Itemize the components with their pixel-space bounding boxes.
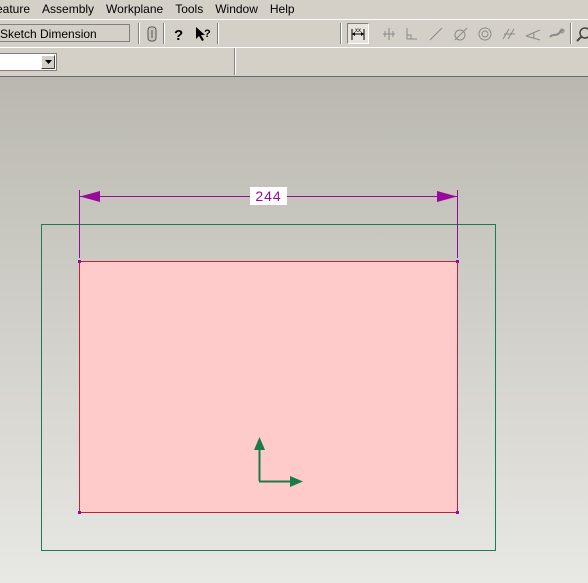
- corner-point[interactable]: [456, 260, 459, 263]
- context-help-icon[interactable]: ?: [192, 23, 214, 44]
- linear-dimension[interactable]: 244: [79, 187, 458, 258]
- corner-point[interactable]: [78, 511, 81, 514]
- sketch-dimension-icon[interactable]: xx: [347, 23, 369, 44]
- constraint-icon[interactable]: [378, 23, 400, 44]
- toolbar-separator: [217, 23, 219, 44]
- standard-toolbar: Sketch Dimension ? ? xx: [0, 19, 588, 47]
- menu-window[interactable]: Window: [209, 1, 264, 17]
- angle-icon[interactable]: [522, 23, 544, 44]
- corner-point[interactable]: [78, 260, 81, 263]
- parallel-icon[interactable]: [498, 23, 520, 44]
- dimension-arrow-right: [437, 191, 457, 202]
- menu-feature[interactable]: eature: [0, 1, 36, 17]
- tangent-icon[interactable]: [450, 23, 472, 44]
- command-combo[interactable]: Sketch Dimension: [0, 24, 130, 42]
- toolbar-separator: [138, 23, 140, 44]
- perpendicular-icon[interactable]: [400, 23, 422, 44]
- sketch-canvas: 244: [41, 187, 496, 551]
- menu-assembly[interactable]: Assembly: [36, 1, 100, 17]
- filter-combo[interactable]: [0, 53, 57, 71]
- svg-text:?: ?: [204, 28, 211, 40]
- toolbar-separator: [340, 23, 342, 44]
- handle-icon[interactable]: [141, 23, 163, 44]
- menu-help[interactable]: Help: [264, 1, 301, 17]
- fix-icon[interactable]: [546, 23, 568, 44]
- toolbar-separator: [163, 23, 165, 44]
- dimension-arrow-left: [80, 191, 100, 202]
- dimension-value[interactable]: 244: [255, 188, 281, 204]
- menu-tools[interactable]: Tools: [169, 1, 209, 17]
- menu-workplane[interactable]: Workplane: [100, 1, 169, 17]
- menu-bar: eature Assembly Workplane Tools Window H…: [0, 0, 588, 18]
- chevron-down-icon[interactable]: [41, 55, 55, 69]
- secondary-toolbar: [0, 47, 588, 75]
- line-icon[interactable]: [425, 23, 447, 44]
- help-icon[interactable]: ?: [168, 23, 190, 44]
- svg-text:xx: xx: [355, 28, 361, 34]
- toolbar-separator: [570, 23, 572, 44]
- concentric-icon[interactable]: [474, 23, 496, 44]
- graphics-viewport[interactable]: 244: [0, 76, 588, 583]
- toolbar-divider: [234, 48, 236, 75]
- sketch-rectangle[interactable]: [79, 261, 458, 513]
- svg-text:?: ?: [174, 27, 183, 42]
- zoom-icon[interactable]: [573, 23, 588, 44]
- corner-point[interactable]: [456, 511, 459, 514]
